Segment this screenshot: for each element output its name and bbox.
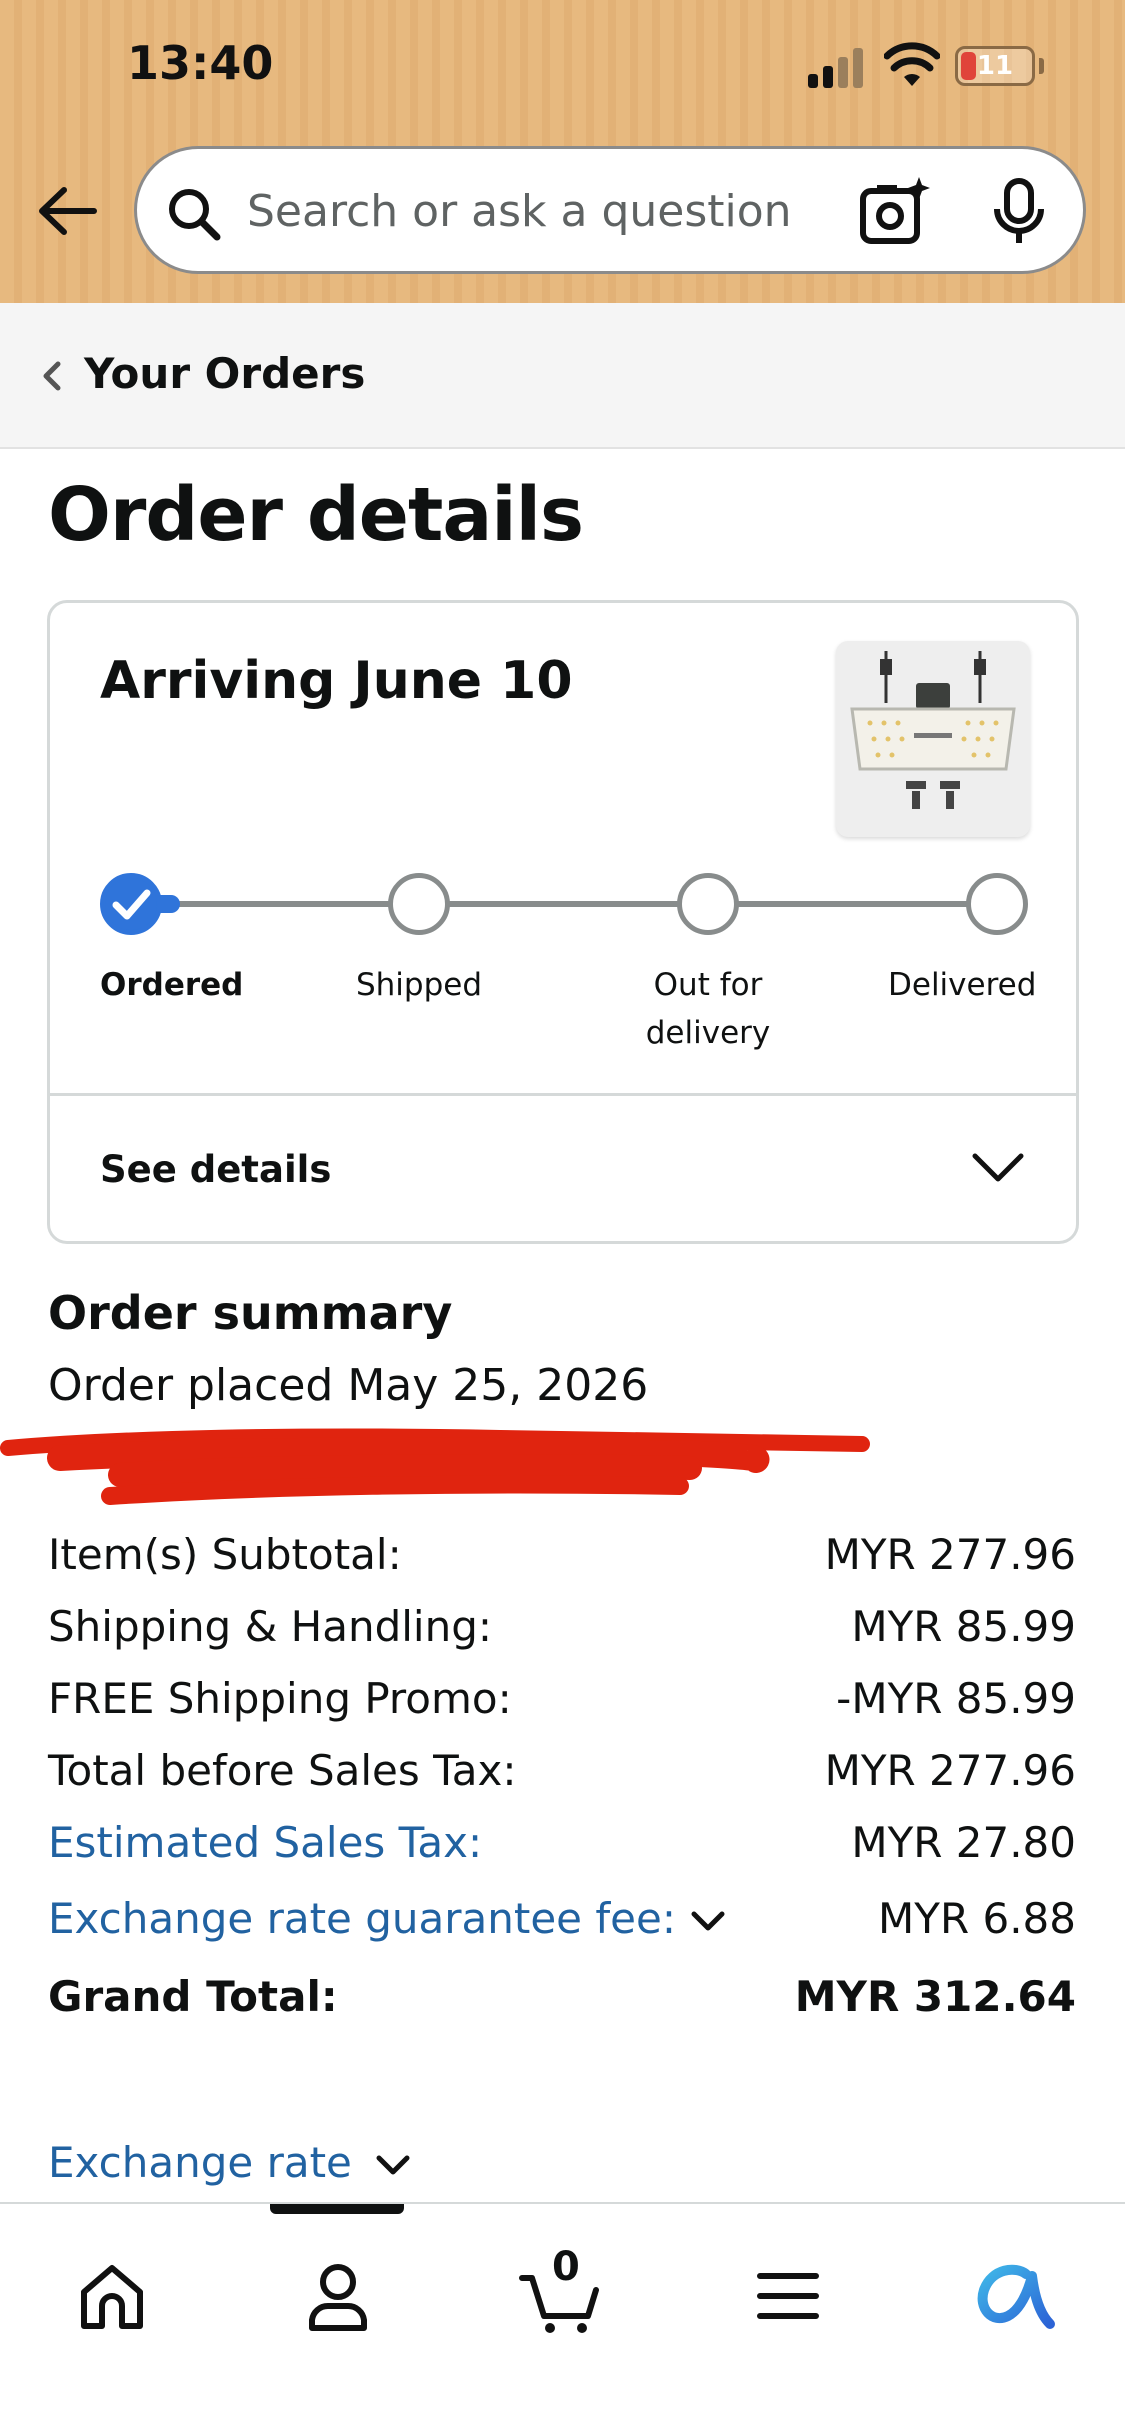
step-label-delivered: Delivered xyxy=(888,967,1037,1003)
battery-level: 11 xyxy=(976,51,1014,81)
search-bar[interactable] xyxy=(134,146,1086,274)
summary-row-shipping: Shipping & Handling: MYR 85.99 xyxy=(48,1602,1076,1651)
see-details-label: See details xyxy=(100,1148,332,1191)
shipment-progress-tracker: Ordered Shipped Out for delivery Deliver… xyxy=(50,603,1082,1083)
chevron-down-icon xyxy=(376,2155,410,2174)
tab-assistant[interactable] xyxy=(962,2244,1062,2344)
summary-row-exchange-fee: Exchange rate guarantee fee: MYR 6.88 xyxy=(48,1894,1076,1943)
summary-row-sales-tax: Estimated Sales Tax: MYR 27.80 xyxy=(48,1818,1076,1867)
step-label-shipped: Shipped xyxy=(355,967,483,1003)
active-tab-indicator xyxy=(270,2204,404,2214)
tab-home[interactable] xyxy=(62,2244,162,2344)
exchange-rate-link[interactable]: Exchange rate xyxy=(48,2138,411,2187)
step-shipped-marker xyxy=(388,873,450,935)
battery-icon: 11 xyxy=(955,46,1035,86)
step-label-out-for-delivery: Out for delivery xyxy=(645,967,771,1051)
breadcrumb[interactable]: Your Orders xyxy=(0,303,1125,449)
step-label-ordered: Ordered xyxy=(100,967,244,1003)
step-ordered-marker xyxy=(100,873,162,935)
order-summary-title: Order summary xyxy=(48,1286,453,1340)
menu-icon xyxy=(757,2273,819,2319)
assistant-icon xyxy=(977,2264,1055,2329)
order-placed-date: Order placed May 25, 2026 xyxy=(48,1360,649,1411)
checkmark-icon xyxy=(112,889,151,920)
step-out-for-delivery-marker xyxy=(677,873,739,935)
microphone-icon[interactable] xyxy=(989,177,1049,247)
top-header: 13:40 11 xyxy=(0,0,1125,303)
cart-count-badge: 0 xyxy=(552,2244,580,2290)
summary-row-grand-total: Grand Total: MYR 312.64 xyxy=(48,1972,1076,2021)
shipment-card: Arriving June 10 Ordered Shipped Out for… xyxy=(47,600,1079,1244)
bottom-tab-bar: 0 xyxy=(0,2202,1125,2436)
chevron-down-icon xyxy=(972,1153,1024,1182)
chevron-down-icon xyxy=(691,1911,725,1930)
breadcrumb-your-orders[interactable]: Your Orders xyxy=(84,349,365,398)
page-title: Order details xyxy=(48,472,584,558)
tab-account[interactable] xyxy=(288,2244,388,2344)
estimated-sales-tax-link[interactable]: Estimated Sales Tax: xyxy=(48,1818,482,1867)
exchange-rate-fee-link[interactable]: Exchange rate guarantee fee: xyxy=(48,1894,726,1943)
user-icon xyxy=(309,2264,367,2331)
redaction-scribble xyxy=(0,1428,870,1505)
summary-row-subtotal: Item(s) Subtotal: MYR 277.96 xyxy=(48,1530,1076,1579)
search-icon xyxy=(169,189,221,241)
home-icon xyxy=(81,2265,143,2329)
status-time: 13:40 xyxy=(127,36,274,90)
chevron-left-icon xyxy=(43,361,61,391)
step-delivered-marker xyxy=(966,873,1028,935)
tab-cart[interactable]: 0 xyxy=(512,2244,612,2344)
see-details-toggle[interactable]: See details xyxy=(50,1096,1076,1244)
camera-search-icon[interactable] xyxy=(859,175,931,247)
back-arrow-icon[interactable] xyxy=(36,180,98,242)
summary-row-shipping-promo: FREE Shipping Promo: -MYR 85.99 xyxy=(48,1674,1076,1723)
tab-menu[interactable] xyxy=(738,2244,838,2344)
summary-row-total-before-tax: Total before Sales Tax: MYR 277.96 xyxy=(48,1746,1076,1795)
wifi-icon xyxy=(884,42,940,86)
cellular-signal-icon xyxy=(808,46,868,88)
search-input[interactable] xyxy=(247,177,937,245)
